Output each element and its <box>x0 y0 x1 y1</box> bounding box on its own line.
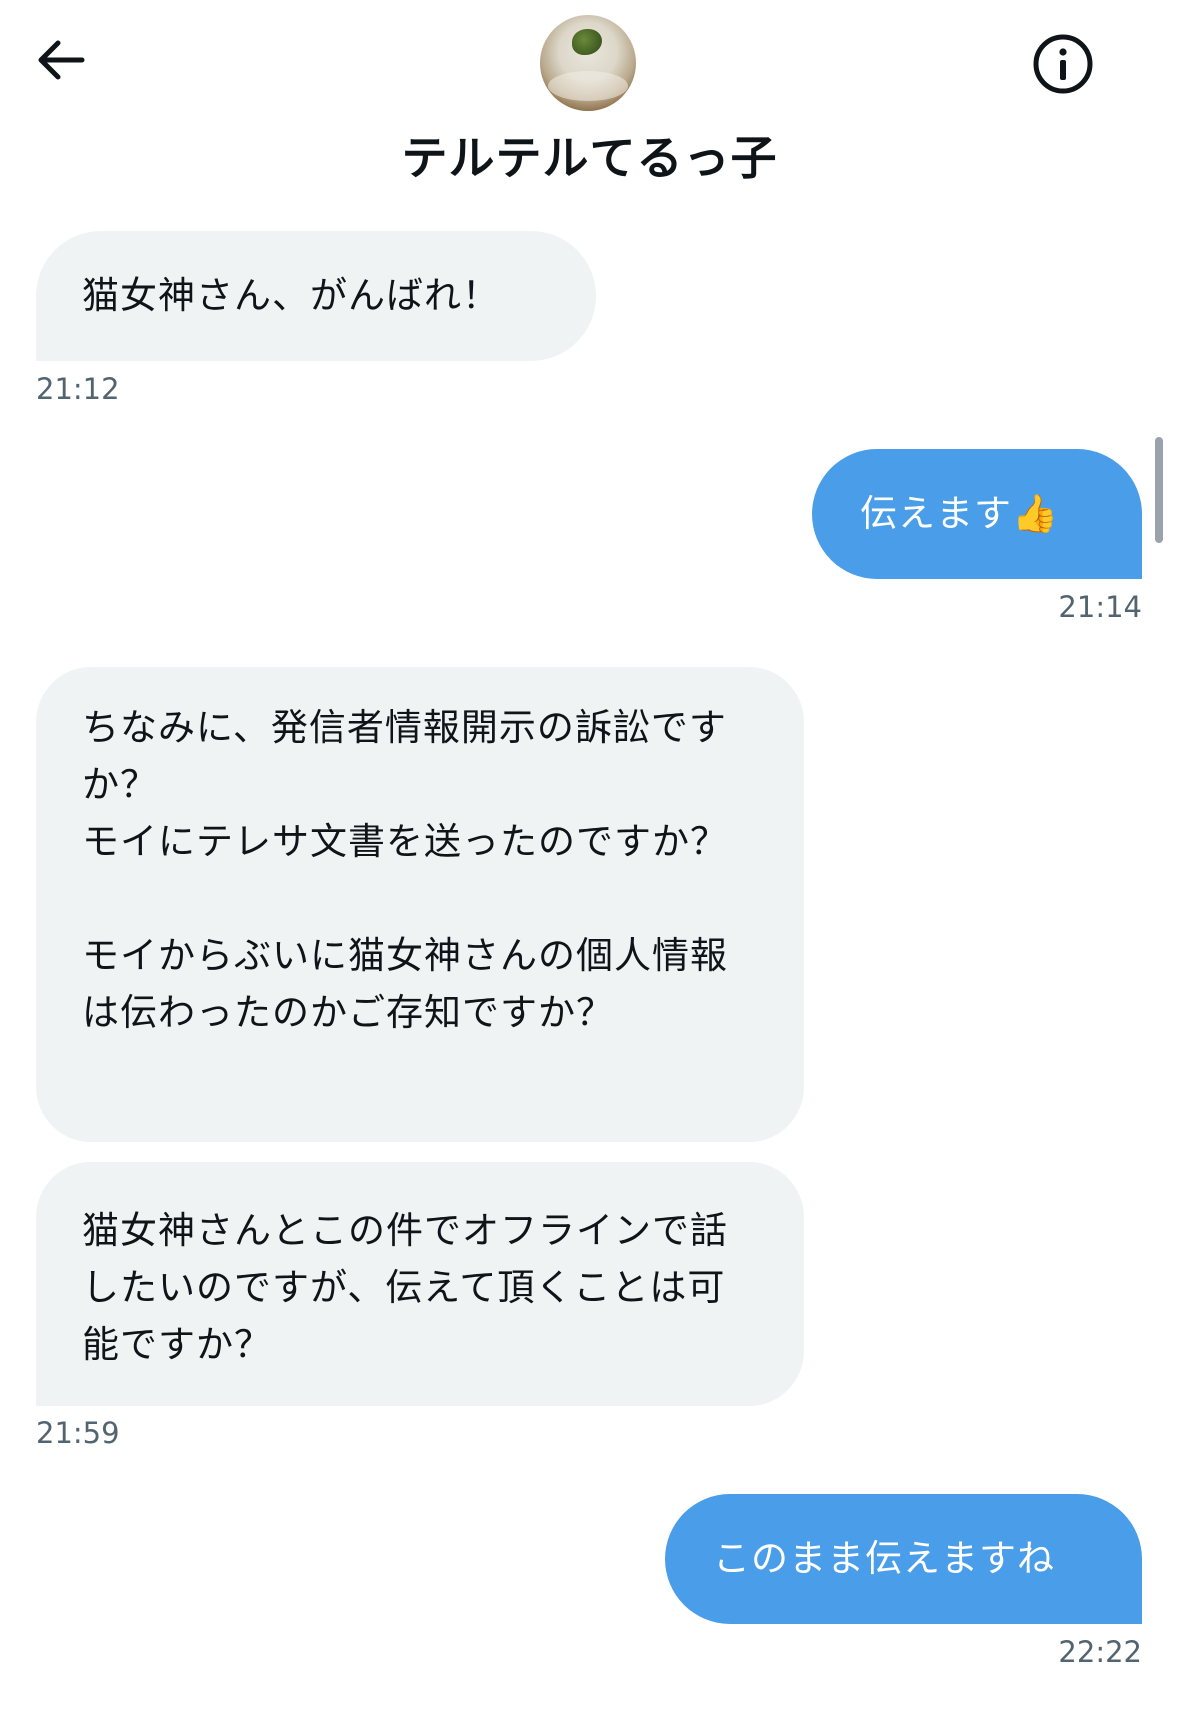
message-bubble-incoming[interactable]: 猫女神さん、がんばれ！ <box>36 231 596 361</box>
conversation-header: テルテルてるっ子 <box>0 0 1179 210</box>
info-circle-icon <box>1033 34 1093 94</box>
message-timestamp: 21:12 <box>36 372 120 406</box>
contact-avatar[interactable] <box>540 15 636 111</box>
info-button[interactable] <box>1027 28 1099 100</box>
message-timestamp: 21:14 <box>1058 590 1142 624</box>
message-bubble-outgoing[interactable]: 伝えます👍 <box>812 449 1142 579</box>
arrow-left-icon <box>38 40 85 80</box>
scrollbar-thumb[interactable] <box>1155 437 1163 543</box>
back-button[interactable] <box>28 28 92 92</box>
message-bubble-outgoing[interactable]: このまま伝えますね <box>665 1494 1142 1624</box>
message-timestamp: 21:59 <box>36 1416 120 1450</box>
message-bubble-incoming[interactable]: ちなみに、発信者情報開示の訴訟ですか？ モイにテレサ文書を送ったのですか？ モイ… <box>36 667 804 1142</box>
message-bubble-incoming[interactable]: 猫女神さんとこの件でオフラインで話したいのですが、伝えて頂くことは可能ですか？ <box>36 1162 804 1406</box>
contact-name[interactable]: テルテルてるっ子 <box>0 122 1179 188</box>
message-timestamp: 22:22 <box>1058 1635 1142 1669</box>
